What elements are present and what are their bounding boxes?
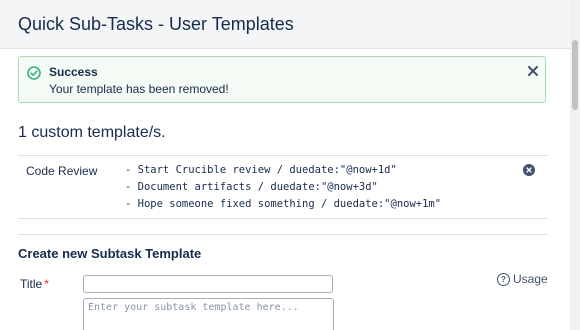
remove-icon (526, 167, 532, 173)
create-section-title: Create new Subtask Template (18, 246, 202, 261)
alert-close-button[interactable] (525, 63, 541, 79)
title-field-label: Title * (20, 277, 49, 291)
title-input[interactable] (83, 275, 333, 293)
alert-title: Success (49, 65, 98, 79)
usage-link[interactable]: ? Usage (497, 272, 548, 286)
scrollbar-thumb[interactable] (572, 40, 578, 110)
template-name: Code Review (26, 164, 98, 178)
dialog-title: Quick Sub-Tasks - User Templates (18, 14, 294, 34)
template-row: Code Review - Start Crucible review / du… (18, 155, 548, 219)
usage-label: Usage (513, 272, 548, 286)
required-marker: * (44, 277, 49, 291)
close-icon (528, 66, 538, 76)
template-task-line: - Hope someone fixed something / duedate… (125, 198, 442, 210)
template-body-textarea[interactable] (83, 298, 334, 330)
success-alert: Success Your template has been removed! (18, 56, 546, 103)
page-scrollbar[interactable] (570, 0, 580, 330)
user-templates-dialog: Quick Sub-Tasks - User Templates Success… (0, 0, 571, 330)
template-task-line: - Document artifacts / duedate:"@now+3d" (125, 181, 378, 193)
alert-message: Your template has been removed! (49, 82, 229, 96)
title-label-text: Title (20, 277, 43, 291)
template-count: 1 custom template/s. (18, 124, 166, 141)
template-task-list: - Start Crucible review / duedate:"@now+… (125, 164, 441, 215)
dialog-header: Quick Sub-Tasks - User Templates (0, 0, 570, 49)
help-icon: ? (497, 272, 510, 286)
section-divider (18, 234, 548, 235)
remove-template-button[interactable] (523, 164, 535, 176)
template-task-line: - Start Crucible review / duedate:"@now+… (125, 164, 397, 176)
check-circle-icon (27, 66, 41, 80)
